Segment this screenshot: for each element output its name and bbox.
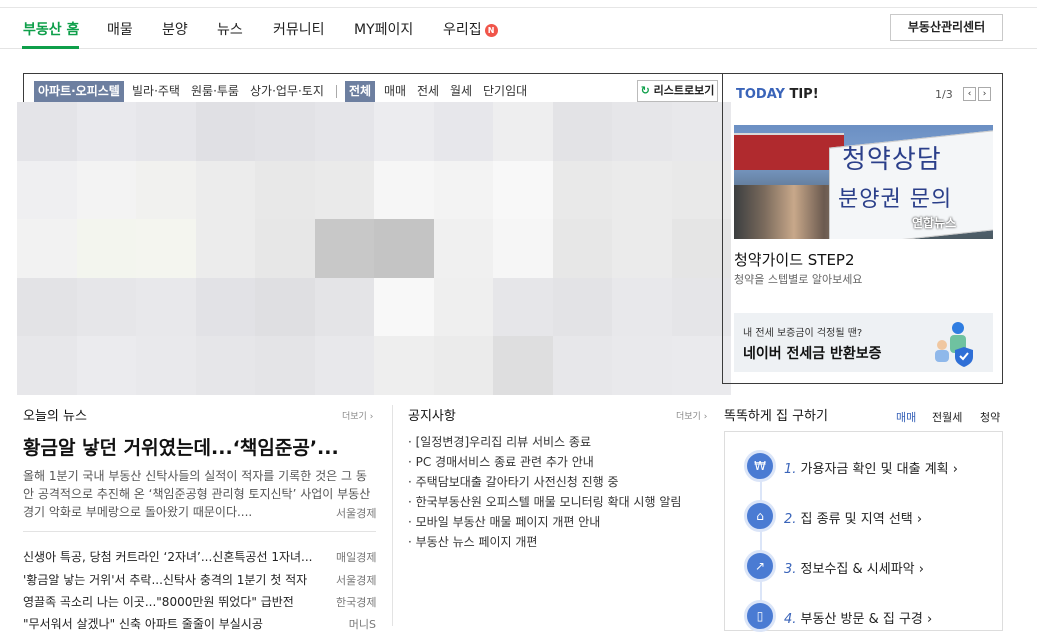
filter-trade-sale[interactable]: 매매 — [384, 81, 406, 102]
notice-item[interactable]: · [일정변경]우리집 리뷰 서비스 종료 — [408, 433, 591, 450]
filter-trade-monthly[interactable]: 월세 — [450, 81, 472, 102]
global-nav: 부동산 홈 매물 분양 뉴스 커뮤니티 MY페이지 우리집 N 부동산관리센터 — [0, 8, 1037, 49]
news-item-source: 한국경제 — [336, 596, 377, 609]
news-item-source: 서울경제 — [336, 574, 377, 587]
won-icon: ₩ — [744, 450, 776, 482]
chart-icon: ↗ — [744, 550, 776, 582]
nav-presale[interactable]: 분양 — [162, 19, 188, 39]
today-tip-panel: TODAY TIP! 1/3 ‹ › 청약상담 분양권 문의 연합뉴스 청약가이… — [722, 73, 1003, 384]
new-badge: N — [484, 24, 498, 37]
nav-mypage[interactable]: MY페이지 — [354, 19, 413, 39]
step-number: 1. — [784, 462, 797, 477]
column-divider — [392, 405, 393, 626]
notice-item[interactable]: · 모바일 부동산 매물 페이지 개편 안내 — [408, 513, 600, 530]
people-shield-icon — [935, 322, 973, 367]
tip-headline[interactable]: 청약가이드 STEP2 — [734, 249, 855, 270]
nav-news[interactable]: 뉴스 — [217, 19, 243, 39]
news-item[interactable]: 신생아 특공, 당첨 커트라인 ‘2자녀’...신혼특공선 1자녀... — [23, 548, 312, 565]
news-item-source: 머니S — [348, 618, 376, 631]
notice-item[interactable]: · 부동산 뉴스 페이지 개편 — [408, 533, 537, 550]
filter-separator — [336, 85, 337, 98]
news-headline-source: 서울경제 — [336, 507, 377, 520]
image-watermark: 연합뉴스 — [912, 216, 957, 230]
step-label: 정보수집 & 시세파악 › — [796, 562, 924, 577]
realestate-mgmt-button[interactable]: 부동산관리센터 — [890, 14, 1003, 41]
notice-more-link[interactable]: 더보기 › — [676, 409, 707, 422]
news-headline[interactable]: 황금알 낳던 거위였는데...‘책임준공’... — [23, 433, 339, 460]
filter-trade-short[interactable]: 단기임대 — [483, 81, 527, 102]
notice-item[interactable]: · 한국부동산원 오피스텔 매물 모니터링 확대 시행 알림 — [408, 493, 681, 510]
filter-commercial[interactable]: 상가·업무·토지 — [250, 81, 324, 102]
filter-villa[interactable]: 빌라·주택 — [132, 81, 180, 102]
news-more-link[interactable]: 더보기 › — [342, 409, 373, 422]
notice-item[interactable]: · PC 경매서비스 종료 관련 추가 안내 — [408, 453, 594, 470]
step-label: 가용자금 확인 및 대출 계획 › — [796, 462, 958, 477]
tip-subtitle: 청약을 스텝별로 알아보세요 — [734, 273, 863, 286]
news-item-source: 매일경제 — [336, 551, 377, 564]
house-tab-sale[interactable]: 매매 — [896, 409, 916, 425]
tip-image[interactable]: 청약상담 분양권 문의 연합뉴스 — [734, 125, 993, 239]
step-number: 2. — [784, 512, 797, 527]
tip-next-button[interactable]: › — [978, 87, 991, 101]
news-divider — [23, 531, 376, 532]
blurred-map-area — [17, 102, 731, 395]
news-section-title: 오늘의 뉴스 — [23, 409, 87, 424]
house-guide-title: 똑똑하게 집 구하기 — [724, 409, 828, 424]
news-item[interactable]: "무서워서 살겠나" 신축 아파트 줄줄이 부실시공 — [23, 615, 263, 632]
step-number: 3. — [784, 562, 797, 577]
nav-active-indicator — [22, 46, 79, 49]
nav-myhome[interactable]: 우리집 N — [443, 19, 498, 39]
step-label: 집 종류 및 지역 선택 › — [796, 512, 923, 527]
tip-title-tip: TIP! — [784, 87, 819, 102]
tip-title-today: TODAY — [736, 87, 785, 102]
house-icon: ⌂ — [744, 500, 776, 532]
step-label: 부동산 방문 & 집 구경 › — [796, 612, 933, 627]
tip-prev-button[interactable]: ‹ — [963, 87, 976, 101]
news-item[interactable]: 영끌족 곡소리 나는 이곳..."8000만원 뛰었다" 급반전 — [23, 593, 294, 610]
tent — [734, 135, 844, 170]
nav-home[interactable]: 부동산 홈 — [23, 19, 79, 39]
sign-text-1: 청약상담 — [842, 145, 942, 175]
nav-listings[interactable]: 매물 — [107, 19, 133, 39]
tip-page-indicator: 1/3 — [935, 88, 953, 101]
tip-title: TODAY TIP! — [736, 87, 819, 102]
list-view-button[interactable]: ↻ 리스트로보기 — [637, 80, 718, 102]
nav-myhome-label: 우리집 — [443, 22, 482, 38]
house-tab-subscription[interactable]: 청약 — [980, 409, 1000, 425]
step-connector — [760, 463, 762, 623]
jeonse-guarantee-banner[interactable]: 내 전세 보증금이 걱정될 땐? 네이버 전세금 반환보증 — [734, 313, 993, 372]
filter-trade-all[interactable]: 전체 — [345, 81, 376, 102]
filter-apartment[interactable]: 아파트·오피스텔 — [34, 81, 124, 102]
door-icon: ▯ — [744, 600, 776, 632]
list-view-label: 리스트로보기 — [653, 84, 715, 97]
sign-text-2: 분양권 문의 — [838, 187, 953, 212]
filter-oneroom[interactable]: 원룸·투룸 — [191, 81, 239, 102]
nav-community[interactable]: 커뮤니티 — [273, 19, 325, 39]
notice-item[interactable]: · 주택담보대출 갈아타기 사전신청 진행 중 — [408, 473, 619, 490]
step-number: 4. — [784, 612, 797, 627]
news-summary[interactable]: 올해 1분기 국내 부동산 신탁사들의 실적이 적자를 기록한 것은 그 동안 … — [23, 467, 375, 521]
house-tab-rent[interactable]: 전월세 — [932, 409, 962, 425]
banner-line1: 내 전세 보증금이 걱정될 땐? — [743, 328, 863, 339]
filter-trade-jeonse[interactable]: 전세 — [417, 81, 439, 102]
news-item[interactable]: '황금알 낳는 거위'서 추락...신탁사 충격의 1분기 첫 적자 — [23, 571, 307, 588]
banner-line2: 네이버 전세금 반환보증 — [743, 346, 882, 362]
refresh-icon: ↻ — [640, 84, 650, 97]
notice-section-title: 공지사항 — [408, 409, 456, 424]
